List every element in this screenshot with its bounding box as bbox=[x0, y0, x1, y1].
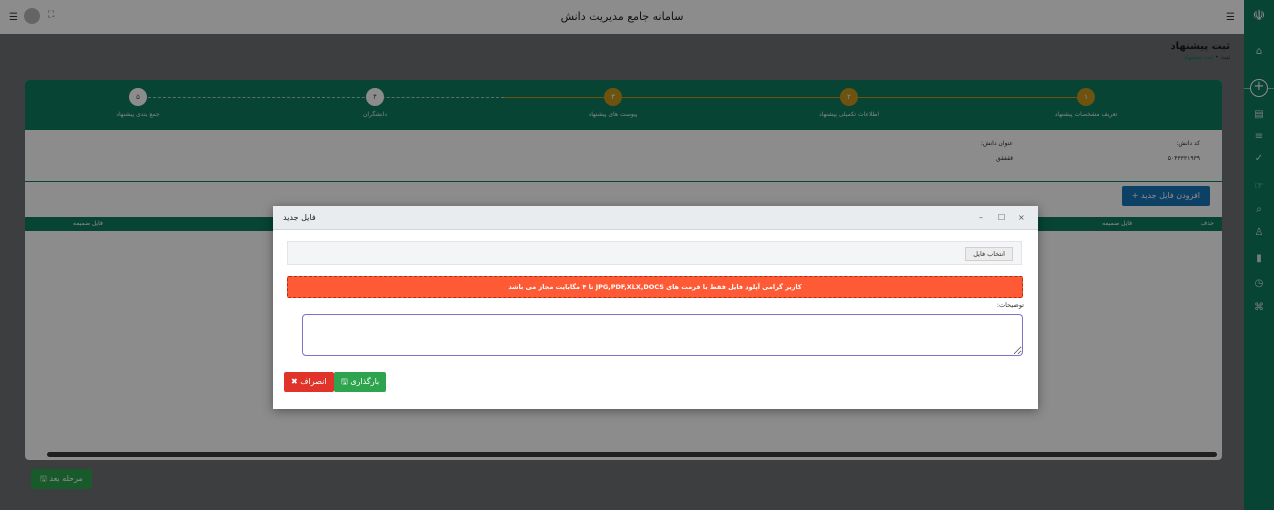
minimize-icon[interactable]: – bbox=[979, 213, 983, 222]
cancel-button[interactable]: انصراف ✖ bbox=[284, 372, 334, 392]
file-picker: انتخاب فایل bbox=[287, 241, 1022, 265]
modal-title: فایل جدید bbox=[283, 213, 316, 222]
upload-format-alert: کاربر گرامی آپلود فایل فقط با فرمت های J… bbox=[287, 276, 1023, 298]
upload-button[interactable]: بارگذاری 🖫 bbox=[334, 372, 387, 392]
close-x-icon: ✖ bbox=[291, 377, 298, 386]
cancel-label: انصراف bbox=[300, 377, 327, 386]
upload-label: بارگذاری bbox=[350, 377, 380, 386]
modal-header: فایل جدید – ☐ × bbox=[273, 206, 1038, 230]
save-icon: 🖫 bbox=[341, 377, 348, 386]
maximize-icon[interactable]: ☐ bbox=[998, 213, 1005, 222]
description-label: توضیحات: bbox=[996, 301, 1024, 309]
new-file-modal: فایل جدید – ☐ × انتخاب فایل کاربر گرامی … bbox=[273, 206, 1038, 409]
close-icon[interactable]: × bbox=[1018, 213, 1025, 222]
choose-file-button[interactable]: انتخاب فایل bbox=[965, 247, 1013, 261]
description-input[interactable] bbox=[302, 314, 1023, 356]
